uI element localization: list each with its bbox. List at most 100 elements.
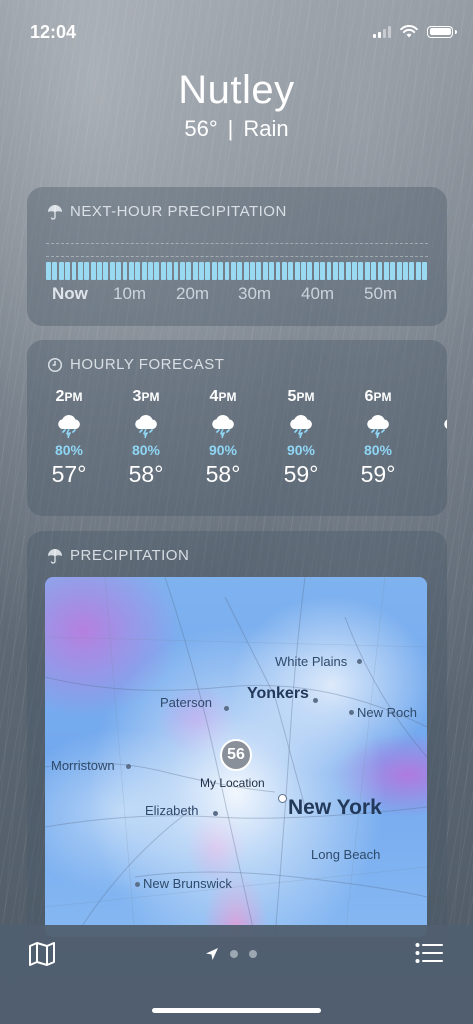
map-dot xyxy=(126,764,131,769)
status-bar: 12:04 xyxy=(0,0,473,60)
thunderstorm-icon xyxy=(193,411,253,441)
next-hour-title: NEXT-HOUR PRECIPITATION xyxy=(47,203,287,220)
map-label-elizabeth: Elizabeth xyxy=(145,803,199,818)
precipitation-map[interactable]: White Plains Paterson Yonkers New Roch M… xyxy=(45,577,427,937)
precip-bar xyxy=(128,262,134,280)
my-location-marker[interactable]: 56 xyxy=(220,739,252,771)
thunderstorm-icon xyxy=(39,411,99,441)
precip-bar xyxy=(275,262,281,280)
map-dot xyxy=(278,794,287,803)
precip-bar xyxy=(224,262,230,280)
hour-label: 3PM xyxy=(132,388,160,405)
precip-bar xyxy=(116,262,121,280)
precip-bar xyxy=(58,262,64,280)
wifi-icon xyxy=(400,25,418,38)
hour-label: 5PM xyxy=(287,388,315,405)
page-indicator[interactable] xyxy=(205,947,257,961)
precip-chance: 8 xyxy=(425,442,447,458)
map-label-paterson: Paterson xyxy=(160,695,213,710)
precip-bar xyxy=(422,262,427,280)
status-time: 12:04 xyxy=(30,22,77,42)
map-label-new-rochelle: New Roch xyxy=(357,705,417,720)
precip-bar xyxy=(332,262,338,280)
map-label-new-york: New York xyxy=(288,796,382,819)
current-temperature: 56° xyxy=(184,116,218,141)
precip-bar xyxy=(377,262,383,280)
precip-bar xyxy=(218,262,223,280)
precip-bar xyxy=(160,262,166,280)
precip-bar xyxy=(288,262,294,280)
hour-item[interactable]: 2PM 80% 57° xyxy=(39,388,99,488)
precip-bar xyxy=(97,262,102,280)
precipitation-map-card[interactable]: PRECIPITATION White Plains Paterson Yonk… xyxy=(27,531,447,951)
precip-chance: 90% xyxy=(286,442,316,458)
map-label-new-brunswick: New Brunswick xyxy=(143,876,232,891)
hour-label: 4PM xyxy=(209,388,237,405)
precip-chance: 80% xyxy=(131,442,161,458)
precip-bar xyxy=(122,262,128,280)
precip-bar xyxy=(326,262,332,280)
hour-item[interactable]: 3PM 80% 58° xyxy=(116,388,176,488)
bottom-toolbar xyxy=(0,925,473,1024)
precip-bar xyxy=(352,262,357,280)
precip-bar xyxy=(230,262,236,280)
hourly-forecast-title: HOURLY FORECAST xyxy=(47,356,224,373)
hour-temperature: 58° xyxy=(205,461,241,487)
map-dot xyxy=(213,811,218,816)
precip-bar xyxy=(84,262,90,280)
next-hour-precipitation-card[interactable]: NEXT-HOUR PRECIPITATION Now 10m 20m 30m … xyxy=(27,187,447,326)
hour-item[interactable]: 7 8 5 xyxy=(425,388,447,488)
map-dot xyxy=(224,706,229,711)
axis-label-20m: 20m xyxy=(176,284,210,303)
map-label-white-plains: White Plains xyxy=(275,654,348,669)
axis-label-40m: 40m xyxy=(301,284,335,303)
list-icon[interactable] xyxy=(415,942,443,964)
home-indicator[interactable] xyxy=(152,1008,321,1013)
hour-temperature: 58° xyxy=(128,461,164,487)
precip-bar xyxy=(403,262,408,280)
current-conditions: 56° | Rain xyxy=(0,116,473,142)
hour-temperature: 59° xyxy=(360,461,396,487)
precip-bar xyxy=(301,262,306,280)
precipitation-title-text: PRECIPITATION xyxy=(70,547,190,564)
next-hour-title-text: NEXT-HOUR PRECIPITATION xyxy=(70,203,287,220)
precip-bar xyxy=(141,262,147,280)
hourly-forecast-card[interactable]: HOURLY FORECAST 2PM 80% 57° 3PM 80% 58° 4PM 90%… xyxy=(27,340,447,516)
hour-item[interactable]: 6PM 80% 59° xyxy=(348,388,408,488)
page-dot[interactable] xyxy=(230,950,238,958)
thunderstorm-icon xyxy=(348,411,408,441)
hour-temperature: 57° xyxy=(51,461,87,487)
umbrella-icon xyxy=(48,548,62,564)
map-dot xyxy=(349,710,354,715)
hour-item[interactable]: 5PM 90% 59° xyxy=(271,388,331,488)
precip-bar xyxy=(173,262,179,280)
precipitation-title: PRECIPITATION xyxy=(47,547,189,564)
hour-item[interactable]: 4PM 90% 58° xyxy=(193,388,253,488)
precip-bar xyxy=(281,262,287,280)
precip-bar xyxy=(154,262,160,280)
precip-bar xyxy=(186,262,192,280)
precip-bar xyxy=(358,262,364,280)
map-dot xyxy=(357,659,362,664)
precip-bar xyxy=(52,262,58,280)
precip-bar xyxy=(179,262,185,280)
gridline xyxy=(46,243,428,244)
precip-bar xyxy=(409,262,415,280)
precip-chance: 90% xyxy=(208,442,238,458)
precip-bar xyxy=(307,262,313,280)
hourly-list[interactable]: 2PM 80% 57° 3PM 80% 58° 4PM 90% 58° 5PM 90% 59° 6PM 8… xyxy=(27,388,447,508)
precip-bar xyxy=(339,262,345,280)
precip-bar xyxy=(383,262,389,280)
hour-temperature: 59° xyxy=(283,461,319,487)
page-dot[interactable] xyxy=(249,950,257,958)
precip-bar xyxy=(364,262,370,280)
precip-bar xyxy=(390,262,396,280)
map-label-yonkers: Yonkers xyxy=(247,685,309,702)
precip-bar xyxy=(269,262,274,280)
clock-icon xyxy=(47,357,63,372)
map-label-long-beach: Long Beach xyxy=(311,847,381,862)
precip-bar xyxy=(250,262,255,280)
precip-bar xyxy=(320,262,325,280)
map-icon[interactable] xyxy=(28,941,56,967)
status-icons xyxy=(373,25,457,38)
